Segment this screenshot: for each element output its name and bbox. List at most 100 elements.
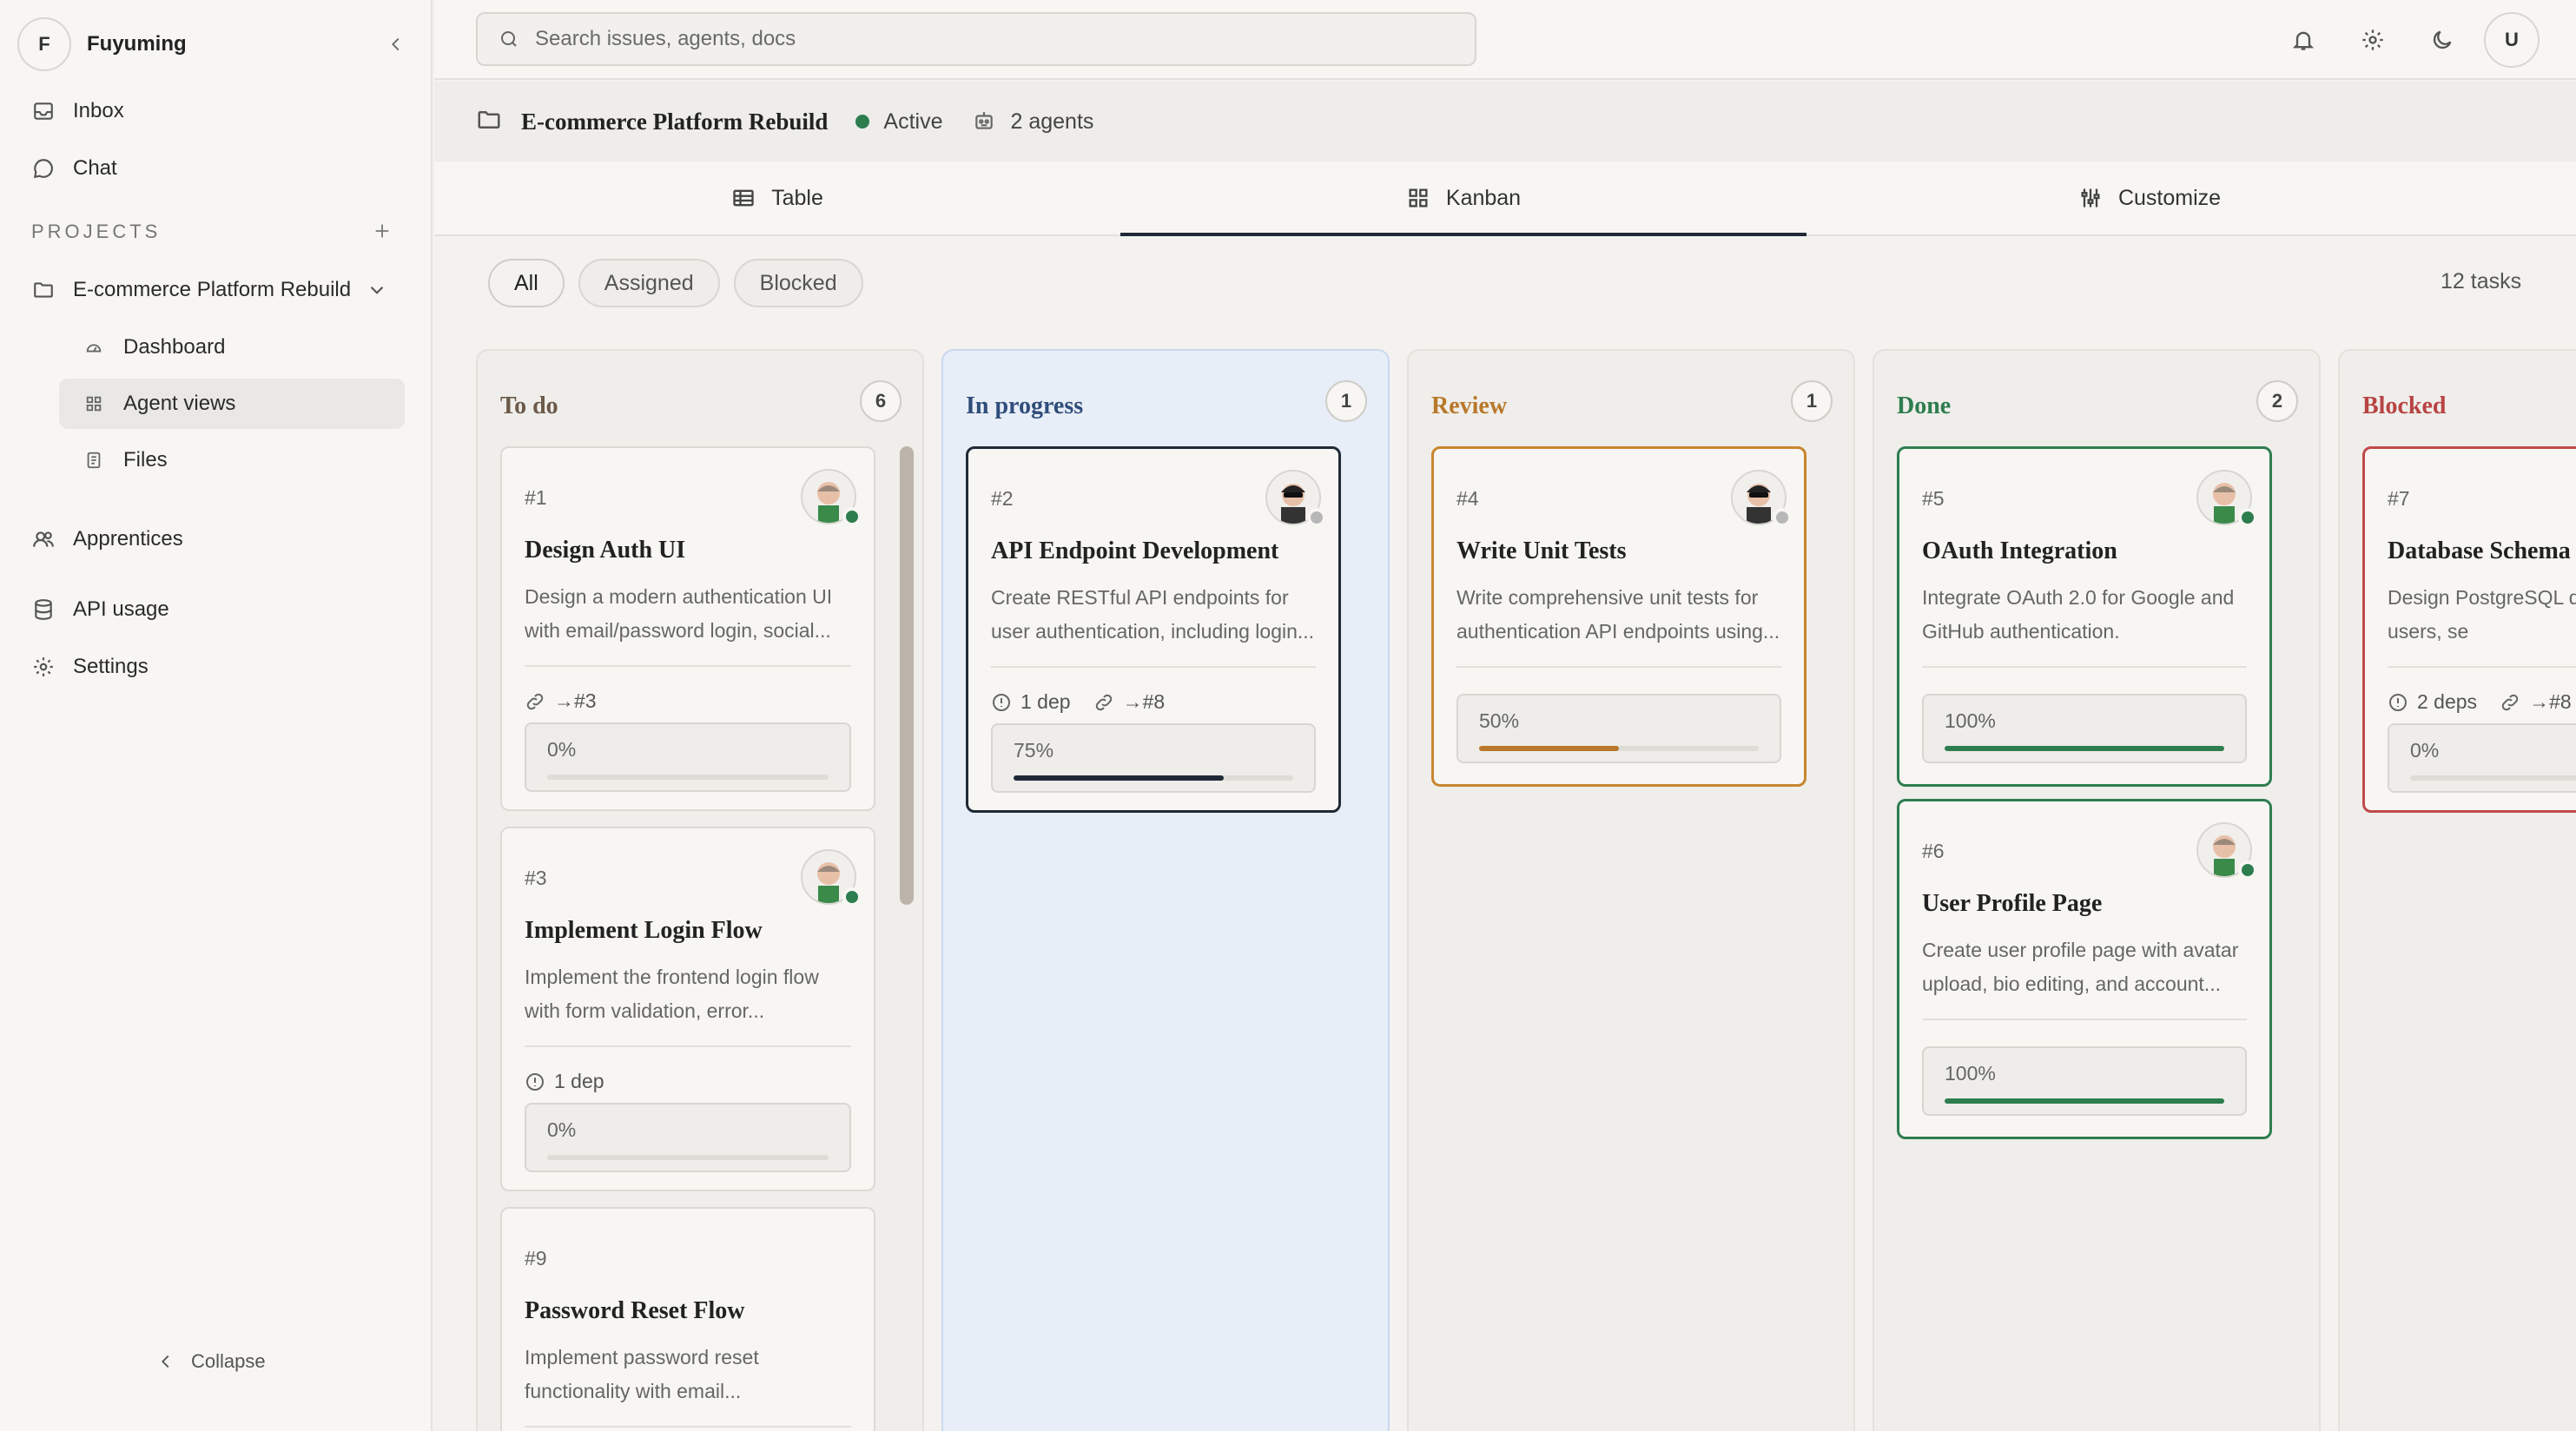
chevron-down-icon[interactable] — [365, 278, 389, 302]
collapse-sidebar-button[interactable]: Collapse — [156, 1344, 266, 1379]
task-card[interactable]: #2 API Endpoint Development Create RESTf… — [966, 446, 1341, 813]
inbox-icon — [31, 99, 56, 123]
filter-all[interactable]: All — [488, 259, 565, 307]
progress-label: 50% — [1479, 709, 1520, 732]
sidebar: F Fuyuming Inbox Chat PROJECTS E-commerc… — [0, 0, 433, 1431]
task-card[interactable]: #9 Password Reset Flow Implement passwor… — [500, 1207, 875, 1431]
task-link[interactable]: →#3 — [554, 689, 597, 713]
add-project-button[interactable] — [368, 217, 396, 245]
tab-kanban[interactable]: Kanban — [1120, 162, 1807, 236]
sidebar-item-chat[interactable]: Chat — [31, 144, 117, 193]
sidebar-item-api-usage[interactable]: API usage — [31, 585, 169, 634]
sidebar-item-dashboard[interactable]: Dashboard — [59, 322, 405, 373]
tab-label: Customize — [2117, 185, 2222, 210]
task-link[interactable]: →#8 — [2529, 690, 2572, 714]
progress-box: 100% — [1922, 1046, 2247, 1116]
search-icon — [501, 31, 517, 47]
info-icon — [993, 693, 1010, 711]
column-scrollbar[interactable] — [900, 446, 914, 905]
progress-label: 100% — [1945, 709, 1996, 732]
agent-avatar[interactable] — [2196, 822, 2257, 880]
table-icon — [733, 189, 754, 207]
moon-icon[interactable] — [2423, 21, 2461, 59]
agent-avatar[interactable] — [801, 849, 862, 907]
task-id: #2 — [991, 487, 1014, 510]
task-count: 12 tasks — [2441, 269, 2522, 293]
progress-label: 100% — [1945, 1062, 1996, 1085]
search-bar[interactable] — [476, 12, 1476, 66]
agent-avatar[interactable] — [2196, 470, 2257, 527]
chat-icon — [31, 156, 56, 181]
bell-icon[interactable] — [2284, 21, 2322, 59]
sidebar-item-label: Files — [123, 448, 168, 472]
task-id: #1 — [525, 486, 547, 509]
folder-icon — [31, 278, 56, 302]
progress-box: 0% — [2388, 723, 2576, 793]
progress-track — [547, 1155, 829, 1160]
divider — [1922, 666, 2247, 668]
task-id: #6 — [1922, 840, 1945, 862]
task-card[interactable]: #4 Write Unit Tests Write comprehensive … — [1431, 446, 1807, 787]
topbar: U — [434, 0, 2576, 80]
task-meta: 1 dep →#8 — [991, 690, 1165, 714]
filter-blocked[interactable]: Blocked — [733, 259, 863, 307]
user-avatar[interactable]: U — [2484, 12, 2540, 68]
sidebar-item-label: Inbox — [73, 99, 124, 122]
sidebar-item-agent-views[interactable]: Agent views — [59, 379, 405, 429]
column-title: In progress — [966, 392, 1084, 419]
progress-box: 100% — [1922, 694, 2247, 763]
kanban-board: To do 6 #1 Design Auth UI Design a moder… — [476, 349, 2576, 1431]
online-status-dot — [2238, 508, 2257, 527]
sidebar-project-item[interactable]: E-commerce Platform Rebuild — [31, 266, 406, 314]
workspace-avatar: F — [17, 17, 71, 71]
search-input[interactable] — [535, 27, 1404, 51]
task-link[interactable]: →#8 — [1123, 690, 1166, 714]
agent-avatar[interactable] — [801, 469, 862, 526]
agent-avatar[interactable] — [1265, 470, 1326, 527]
gear-icon[interactable] — [2354, 21, 2392, 59]
task-meta: 2 deps →#8 — [2388, 690, 2572, 714]
progress-track — [1945, 1098, 2224, 1104]
people-icon — [31, 527, 56, 551]
task-card[interactable]: #6 User Profile Page Create user profile… — [1897, 799, 2272, 1139]
filter-pills: All Assigned Blocked — [488, 259, 863, 307]
sidebar-item-label: Apprentices — [73, 527, 183, 551]
sidebar-item-label: Agent views — [123, 392, 236, 415]
column-title: Done — [1897, 392, 1952, 419]
workspace-switcher[interactable]: F Fuyuming — [17, 17, 413, 71]
task-id: #7 — [2388, 487, 2410, 510]
status-dot — [855, 115, 870, 129]
online-status-dot — [842, 507, 862, 526]
tab-table[interactable]: Table — [434, 162, 1120, 234]
progress-box: 0% — [525, 1103, 851, 1172]
tab-label: Kanban — [1445, 185, 1522, 210]
task-card[interactable]: #5 OAuth Integration Integrate OAuth 2.0… — [1897, 446, 2272, 787]
progress-track — [2410, 775, 2576, 781]
tab-customize[interactable]: Customize — [1807, 162, 2493, 234]
filter-assigned[interactable]: Assigned — [578, 259, 720, 307]
progress-label: 75% — [1014, 739, 1054, 762]
task-card[interactable]: #1 Design Auth UI Design a modern authen… — [500, 446, 875, 811]
files-icon — [83, 450, 104, 471]
progress-label: 0% — [547, 1118, 577, 1141]
sidebar-item-apprentices[interactable]: Apprentices — [31, 515, 183, 564]
agent-avatar[interactable] — [1731, 470, 1792, 527]
task-title: Write Unit Tests — [1456, 537, 1627, 564]
project-header: E-commerce Platform Rebuild Active 2 age… — [434, 82, 2576, 162]
sidebar-item-label: Chat — [73, 156, 117, 180]
column-title: To do — [500, 392, 558, 419]
divider — [525, 1045, 851, 1047]
task-description: Implement password reset functionality w… — [525, 1346, 759, 1402]
info-icon — [526, 1072, 544, 1091]
sidebar-item-files[interactable]: Files — [59, 435, 405, 485]
task-card[interactable]: #7 Database Schema Design PostgreSQL d s… — [2362, 446, 2576, 813]
chevron-left-icon[interactable] — [379, 27, 413, 62]
task-description: Implement the frontend login flow with f… — [525, 966, 819, 1022]
task-id: #9 — [525, 1247, 547, 1269]
sidebar-item-inbox[interactable]: Inbox — [31, 87, 124, 135]
divider — [1922, 1019, 2247, 1020]
offline-status-dot — [1773, 508, 1792, 527]
progress-track — [1479, 746, 1759, 751]
task-card[interactable]: #3 Implement Login Flow Implement the fr… — [500, 827, 875, 1191]
sidebar-item-settings[interactable]: Settings — [31, 643, 149, 691]
